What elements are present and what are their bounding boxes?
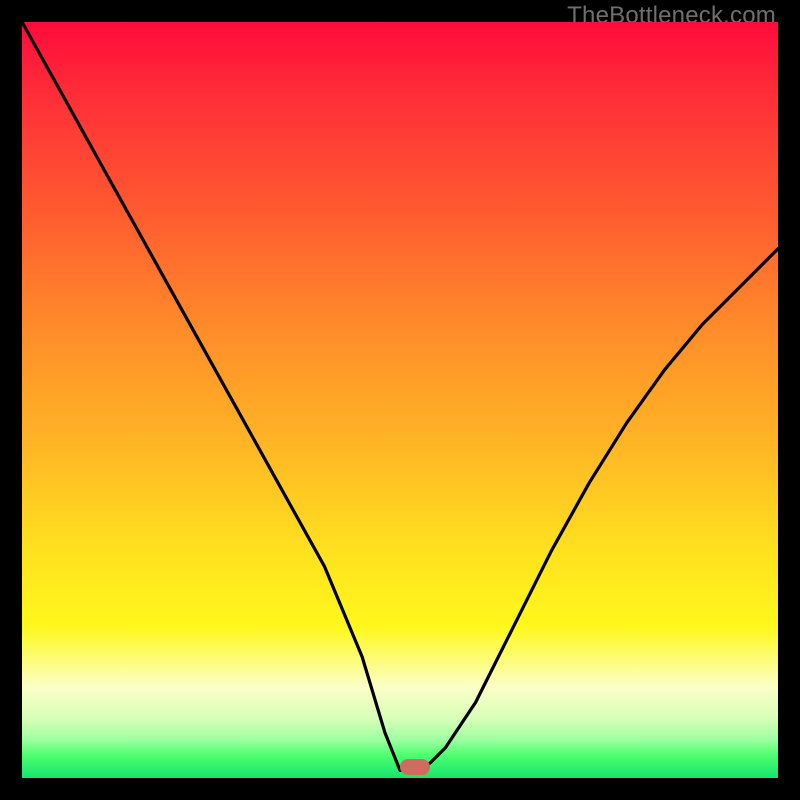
optimum-marker [400,759,430,775]
bottleneck-curve [22,22,778,778]
chart-frame: TheBottleneck.com [0,0,800,800]
plot-area [22,22,778,778]
curve-path [22,22,778,770]
